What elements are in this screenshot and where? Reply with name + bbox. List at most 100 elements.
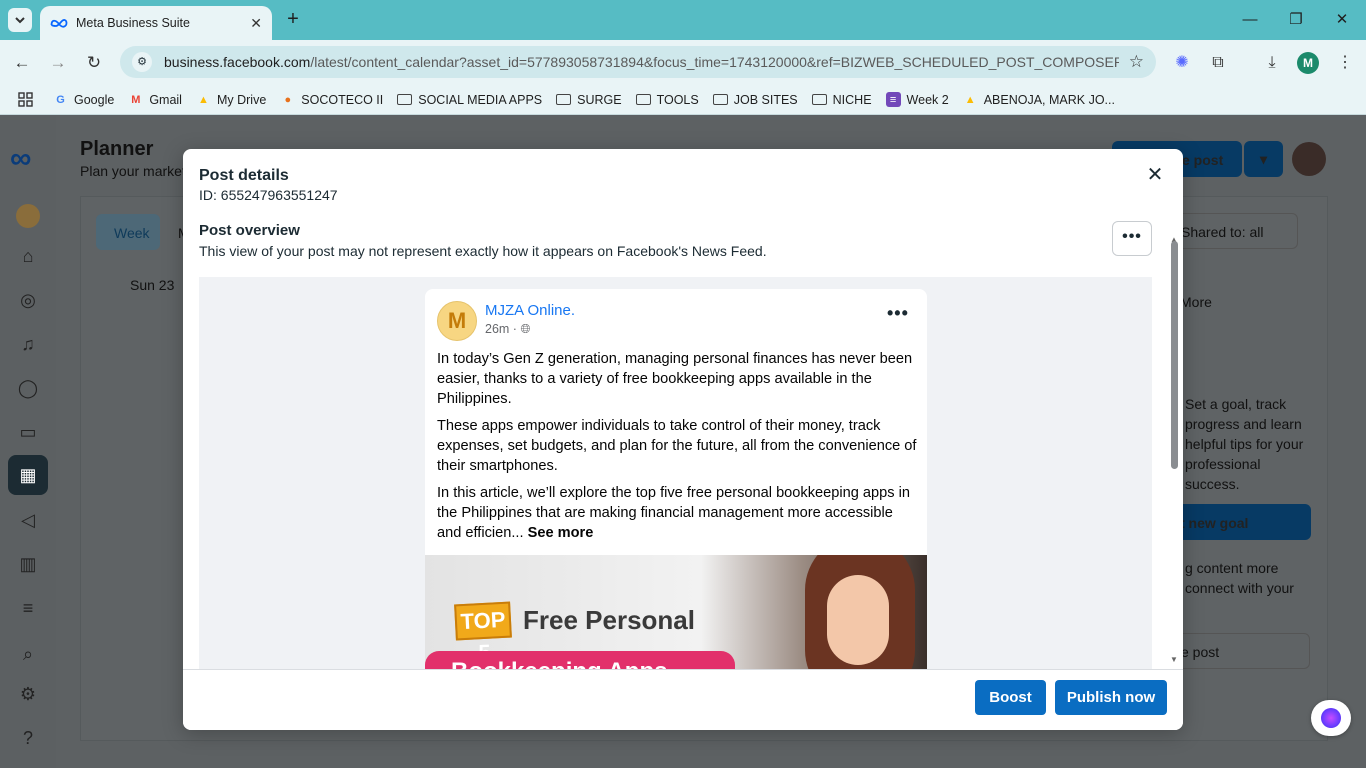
more-options-button[interactable]: ••• [1112,221,1152,256]
post-timestamp: 26m · 🌐︎ [485,322,531,336]
bookmarks-bar: G Google M Gmail ▲ My Drive ● SOCOTECO II SO… [0,85,1366,115]
extensions-puzzle-icon[interactable]: ⧉ [1207,52,1229,74]
close-icon[interactable]: ✕ [1145,165,1165,185]
bookmark-folder-tools[interactable]: TOOLS [635,93,699,107]
bookmark-star-icon[interactable]: ☆ [1129,52,1144,72]
create-post-dropdown[interactable]: ▾ [1244,141,1283,177]
home-icon[interactable]: ⌂ [16,244,40,268]
see-more-link[interactable]: See more [528,525,594,541]
search-icon[interactable]: ⌕ [16,642,40,666]
meta-logo-icon[interactable]: ∞ [10,142,31,176]
gmail-icon: M [131,93,141,106]
scroll-down-arrow[interactable]: ▼ [1169,655,1179,664]
site-icon: ● [284,93,292,106]
folder-icon [397,94,413,105]
more-dropdown[interactable]: More [1180,294,1212,310]
content-tip: g content more connect with your [1185,560,1294,596]
bookmark-folder-niche[interactable]: NICHE [811,93,872,107]
browser-menu-icon[interactable]: ⋮ [1334,52,1356,74]
back-button[interactable]: ← [11,52,33,74]
modal-footer: Boost Publish now [183,669,1183,730]
post-text: In today’s Gen Z generation, managing pe… [437,349,917,550]
boost-button[interactable]: Boost [975,680,1046,715]
tab-search-button[interactable] [8,8,32,32]
left-navigation: ∞ ⌂ ◎ ♫ ◯ ▭ ▦ ◁ ▥ ≡ ⌕ ⚙ ? [0,116,56,768]
google-icon: G [56,93,65,106]
insights-icon[interactable]: ▥ [16,552,40,576]
reload-button[interactable]: ↻ [83,52,105,74]
bookmark-folder-job-sites[interactable]: JOB SITES [712,93,798,107]
notifications-icon[interactable]: ♫ [16,332,40,356]
publish-now-button[interactable]: Publish now [1055,680,1167,715]
close-window-button[interactable]: ✕ [1332,10,1352,30]
folder-icon [712,94,728,105]
assistant-button[interactable] [1311,700,1351,736]
settings-icon[interactable]: ⚙ [16,682,40,706]
post-paragraph: These apps empower individuals to take c… [437,418,917,474]
bookmark-my-drive[interactable]: ▲ My Drive [196,92,266,107]
page-name[interactable]: MJZA Online. [485,302,575,319]
ads-icon[interactable]: ◁ [16,508,40,532]
post-image[interactable]: TOP 5 Free Personal Bookkeeping Apps [425,555,927,670]
facebook-post-card: M MJZA Online. 26m · 🌐︎ ••• In today’s G… [425,289,927,670]
folder-icon [811,94,827,105]
browser-tabbar: Meta Business Suite ✕ + — ❐ ✕ [0,0,1366,40]
goal-description: Set a goal, track progress and learn helpf… [1185,396,1304,492]
new-tab-button[interactable]: + [282,8,304,30]
shared-to-filter[interactable]: Shared to: all [1170,213,1298,249]
image-badge: TOP 5 [454,601,512,665]
drive-icon: ▲ [198,93,209,106]
minimize-button[interactable]: — [1240,10,1260,30]
apps-grid-icon[interactable] [18,92,33,107]
bookmark-folder-surge[interactable]: SURGE [556,93,622,107]
post-menu-icon[interactable]: ••• [887,303,909,324]
user-avatar[interactable] [1292,142,1326,176]
site-info-icon[interactable]: ⚙ [132,52,152,72]
bookmark-week-2[interactable]: ≡ Week 2 [885,92,949,107]
bookmark-abenoja[interactable]: ▲ ABENOJA, MARK JO... [963,92,1115,107]
post-paragraph: In this article, we’ll explore the top f… [437,485,910,541]
post-preview: M MJZA Online. 26m · 🌐︎ ••• In today’s G… [199,277,1152,670]
browser-tab-active[interactable]: Meta Business Suite ✕ [40,6,272,40]
modal-title: Post details [199,167,289,184]
download-icon[interactable]: ⤓ [1261,52,1283,74]
bookmark-folder-social-media-apps[interactable]: SOCIAL MEDIA APPS [397,93,542,107]
create-post-secondary[interactable]: e post [1170,633,1310,669]
post-paragraph: In today’s Gen Z generation, managing pe… [437,351,913,407]
bookmark-gmail[interactable]: M Gmail [128,92,182,107]
compass-icon[interactable]: ◎ [16,288,40,312]
folder-icon [635,94,651,105]
account-avatar[interactable] [16,204,40,228]
modal-scrollbar-thumb[interactable] [1171,241,1178,469]
meta-logo-icon [50,19,68,28]
tab-title: Meta Business Suite [76,16,190,30]
planner-icon[interactable]: ▦ [8,455,48,495]
help-icon[interactable]: ? [16,726,40,750]
set-new-goal-button[interactable]: t new goal [1170,504,1311,540]
day-label: Sun 23 [130,277,175,293]
image-headline: Free Personal [523,605,695,635]
forward-button[interactable]: → [47,52,69,74]
page-title: Planner [80,138,154,160]
chevron-down-icon [15,17,25,24]
inbox-icon[interactable]: ◯ [16,376,40,400]
all-tools-icon[interactable]: ≡ [16,596,40,620]
url-text[interactable]: business.facebook.com/latest/content_cal… [164,54,1119,70]
content-icon[interactable]: ▭ [16,420,40,444]
address-bar[interactable]: ⚙ business.facebook.com/latest/content_c… [120,46,1156,78]
bookmark-google[interactable]: G Google [53,92,114,107]
page-subtitle: Plan your market [80,163,186,179]
post-details-modal: Post details ID: 655247963551247 ✕ Post … [183,149,1183,730]
close-tab-icon[interactable]: ✕ [250,15,262,32]
page-scrollbar[interactable] [1355,120,1366,768]
bookmark-socoteco[interactable]: ● SOCOTECO II [280,92,383,107]
tab-week[interactable]: Week [96,214,160,250]
extension-icon[interactable]: ✺ [1171,52,1193,74]
restore-button[interactable]: ❐ [1286,10,1306,30]
post-id: ID: 655247963551247 [199,187,338,203]
profile-avatar[interactable]: M [1297,52,1319,74]
page-avatar[interactable]: M [437,301,477,341]
brain-icon [1321,708,1341,728]
overview-title: Post overview [199,222,300,239]
globe-icon: 🌐︎ [520,322,531,336]
